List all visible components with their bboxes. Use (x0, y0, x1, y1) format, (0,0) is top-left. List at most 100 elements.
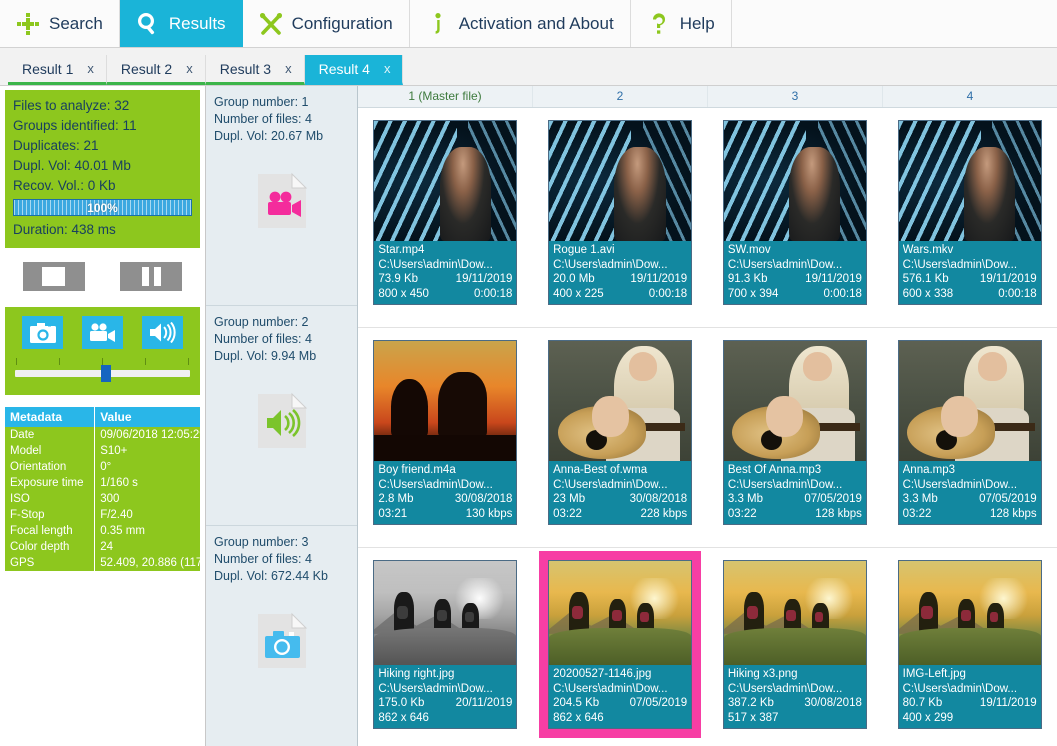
file-card[interactable]: IMG-Left.jpg C:\Users\admin\Dow... 80.7 … (897, 560, 1042, 729)
result-tab-3[interactable]: Result 3 x (205, 55, 305, 85)
close-icon[interactable]: x (87, 61, 94, 76)
info-icon (435, 12, 441, 34)
slider-thumb[interactable] (100, 365, 111, 382)
file-dims-extra: 400 x 225 0:00:18 (553, 287, 687, 302)
result-cell: IMG-Left.jpg C:\Users\admin\Dow... 80.7 … (882, 548, 1057, 746)
file-size-date: 80.7 Kb 19/11/2019 (903, 696, 1037, 711)
result-tab-2[interactable]: Result 2 x (106, 55, 206, 85)
file-date: 07/05/2019 (804, 493, 862, 505)
file-name: Anna.mp3 (902, 464, 956, 476)
file-card[interactable]: Hiking x3.png C:\Users\admin\Dow... 387.… (722, 560, 867, 729)
metadata-row: Color depth 24 (5, 539, 200, 555)
nav-item-activation-and-about[interactable]: Activation and About (410, 0, 631, 47)
file-dims-extra: 862 x 646 (553, 711, 687, 726)
question-icon (652, 12, 665, 34)
file-thumbnail[interactable] (374, 121, 517, 241)
file-date: 30/08/2018 (454, 493, 513, 505)
file-card[interactable]: Rogue 1.avi C:\Users\admin\Dow... 20.0 M… (548, 120, 693, 305)
file-name: Boy friend.m4a (378, 464, 456, 476)
result-tab-label: Result 2 (120, 60, 173, 77)
pause-button[interactable] (120, 262, 183, 291)
file-dims-extra: 600 x 338 0:00:18 (903, 287, 1037, 302)
thumbnail-art (374, 341, 517, 461)
file-size-date: 23 Mb 30/08/2018 (553, 492, 687, 507)
file-thumbnail[interactable] (374, 561, 517, 665)
metadata-value: 52.409, 20.886 (117m (94, 555, 200, 571)
photo-file-icon (256, 612, 308, 670)
file-card-selected[interactable]: 20200527-1146.jpg C:\Users\admin\Dow... … (539, 551, 702, 738)
file-card[interactable]: Best Of Anna.mp3 C:\Users\admin\Dow... 3… (722, 340, 867, 525)
file-date: 30/08/2018 (804, 697, 862, 709)
metadata-row: Date 09/06/2018 12:05:29 (5, 427, 200, 443)
file-date: 19/11/2019 (979, 273, 1037, 285)
group-item-2[interactable]: Group number: 2 Number of files: 4 Dupl.… (206, 306, 357, 526)
file-thumbnail[interactable] (374, 341, 517, 461)
file-path: C:\Users\admin\Dow... (727, 682, 843, 695)
thumbnail-art (549, 561, 692, 665)
thumbnail-art (898, 121, 1041, 241)
file-size: 20.0 Mb (553, 273, 595, 285)
similarity-slider[interactable] (13, 358, 192, 384)
column-header-3[interactable]: 3 (708, 86, 883, 107)
stop-button[interactable] (22, 262, 85, 291)
left-panel: Files to analyze: 32 Groups identified: … (0, 86, 206, 746)
close-icon[interactable]: x (384, 61, 391, 76)
file-thumbnail[interactable] (549, 341, 692, 461)
file-dimensions: 800 x 450 (378, 287, 429, 300)
metadata-value: 0° (94, 459, 200, 475)
file-name: Hiking x3.png (727, 668, 798, 680)
file-card[interactable]: Boy friend.m4a C:\Users\admin\Dow... 2.8… (373, 340, 518, 525)
group-item-3[interactable]: Group number: 3 Number of files: 4 Dupl.… (206, 526, 357, 746)
file-dimensions: 700 x 394 (727, 287, 779, 300)
file-thumbnail[interactable] (549, 561, 692, 665)
main-toolbar: Search Results Configuration Activation … (0, 0, 1057, 48)
group-list-panel: Group number: 1 Number of files: 4 Dupl.… (206, 86, 358, 746)
file-card[interactable]: Wars.mkv C:\Users\admin\Dow... 576.1 Kb … (897, 120, 1042, 305)
group-item-1[interactable]: Group number: 1 Number of files: 4 Dupl.… (206, 86, 357, 306)
file-thumbnail[interactable] (723, 561, 866, 665)
metadata-row: Model S10+ (5, 443, 200, 459)
file-dimensions: 03:22 (727, 507, 757, 520)
file-size: 387.2 Kb (727, 697, 774, 709)
file-date: 19/11/2019 (630, 273, 688, 285)
file-card[interactable]: Anna-Best of.wma C:\Users\admin\Dow... 2… (548, 340, 693, 525)
group-volume: Dupl. Vol: 9.94 Mb (214, 349, 317, 363)
video-filter-button[interactable] (81, 316, 123, 349)
file-card[interactable]: Hiking right.jpg C:\Users\admin\Dow... 1… (373, 560, 518, 729)
metadata-key: F-Stop (5, 507, 96, 523)
main-body: Files to analyze: 32 Groups identified: … (0, 86, 1057, 746)
nav-item-configuration[interactable]: Configuration (243, 0, 410, 47)
file-meta: Wars.mkv C:\Users\admin\Dow... 576.1 Kb … (898, 241, 1041, 304)
file-thumbnail[interactable] (898, 121, 1041, 241)
file-thumbnail[interactable] (898, 341, 1041, 461)
result-tab-1[interactable]: Result 1 x (8, 55, 107, 85)
column-header-2[interactable]: 2 (533, 86, 708, 107)
audio-file-icon (256, 392, 308, 450)
nav-item-help[interactable]: Help (631, 0, 732, 47)
nav-item-results[interactable]: Results (119, 0, 243, 47)
file-thumbnail[interactable] (723, 341, 866, 461)
file-dims-extra: 03:22 128 kbps (903, 507, 1037, 522)
metadata-key: Exposure time (5, 475, 96, 491)
result-tab-4[interactable]: Result 4 x (304, 55, 404, 85)
photo-filter-button[interactable] (22, 316, 64, 349)
audio-filter-button[interactable] (141, 316, 183, 349)
file-card[interactable]: SW.mov C:\Users\admin\Dow... 91.3 Kb 19/… (722, 120, 867, 305)
nav-item-search[interactable]: Search (0, 0, 120, 47)
file-meta: Best Of Anna.mp3 C:\Users\admin\Dow... 3… (723, 461, 866, 524)
column-header-4[interactable]: 4 (883, 86, 1057, 107)
file-thumbnail[interactable] (898, 561, 1041, 665)
file-card[interactable]: Star.mp4 C:\Users\admin\Dow... 73.9 Kb 1… (373, 120, 518, 305)
file-date: 30/08/2018 (629, 493, 688, 505)
file-path: C:\Users\admin\Dow... (553, 682, 668, 695)
thumbnail-art (723, 341, 866, 461)
column-header-1[interactable]: 1 (Master file) (358, 86, 533, 107)
file-thumbnail[interactable] (723, 121, 866, 241)
close-icon[interactable]: x (285, 61, 292, 76)
file-size: 80.7 Kb (902, 697, 943, 709)
metadata-key: Orientation (5, 459, 96, 475)
metadata-value: 1/160 s (94, 475, 200, 491)
file-thumbnail[interactable] (549, 121, 692, 241)
close-icon[interactable]: x (186, 61, 193, 76)
file-card[interactable]: Anna.mp3 C:\Users\admin\Dow... 3.3 Mb 07… (897, 340, 1042, 525)
